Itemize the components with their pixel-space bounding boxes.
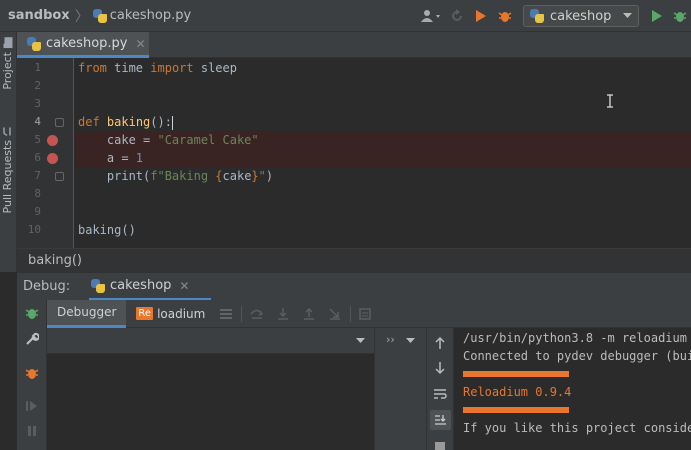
- debug-session-label: cakeshop: [110, 278, 172, 293]
- line-number: 7: [34, 169, 41, 182]
- debug-tool-header: Debug: cakeshop ✕: [17, 272, 691, 301]
- line-number: 4: [34, 115, 41, 128]
- console-line: Reloadium 0.9.4: [463, 385, 572, 399]
- editor-gutter[interactable]: 1 2 3 4 5 6 7 8 9 10: [17, 58, 74, 248]
- breakpoint-icon[interactable]: [47, 153, 58, 164]
- tool-tab-pull-requests-label: Pull Requests: [1, 140, 14, 214]
- tool-tab-pull-requests[interactable]: Pull Requests: [1, 126, 14, 213]
- code-line-10: baking(): [78, 223, 136, 237]
- tool-tab-project-label: Project: [1, 52, 14, 90]
- step-out-icon[interactable]: [302, 307, 316, 320]
- variables-panel: ››: [374, 328, 426, 450]
- close-tab-icon[interactable]: ✕: [135, 37, 145, 51]
- resume-icon[interactable]: [26, 400, 38, 412]
- close-session-icon[interactable]: ✕: [179, 279, 189, 293]
- tool-tab-project[interactable]: Project: [1, 37, 14, 90]
- console-line: If you like this project consider: [463, 421, 691, 435]
- line-number: 9: [34, 205, 41, 218]
- line-number: 8: [34, 187, 41, 200]
- fold-icon[interactable]: [55, 118, 64, 127]
- run-reloadium-icon[interactable]: [469, 9, 493, 23]
- pause-icon[interactable]: [26, 425, 38, 437]
- editor-tab-cakeshop[interactable]: cakeshop.py ✕: [17, 32, 149, 58]
- arrow-up-icon[interactable]: [434, 336, 446, 350]
- toolbar-divider: [241, 305, 243, 322]
- reloadium-banner-bar: [463, 371, 569, 377]
- code-editor[interactable]: from time import sleep def baking(): cak…: [75, 58, 691, 248]
- arrow-down-icon[interactable]: [434, 361, 446, 375]
- console-toolbar: [426, 328, 454, 450]
- breakpoint-icon[interactable]: [47, 135, 58, 146]
- python-icon: [530, 9, 544, 23]
- run-configuration-select[interactable]: cakeshop: [523, 5, 639, 27]
- toolbar-divider: [350, 305, 352, 322]
- debugger-tab-bar: Debugger Re loadium: [47, 299, 691, 328]
- python-file-icon: [92, 8, 107, 23]
- resume-debug-icon[interactable]: [25, 306, 39, 320]
- step-into-icon[interactable]: [276, 307, 290, 320]
- debug-reloadium-icon[interactable]: [493, 9, 517, 23]
- editor-tab-label: cakeshop.py: [46, 36, 128, 51]
- chevron-down-icon: [356, 338, 365, 343]
- chevron-down-icon[interactable]: [406, 338, 415, 344]
- code-line-5: cake = "Caramel Cake": [75, 131, 691, 149]
- pull-request-icon: [3, 127, 12, 136]
- rerun-icon[interactable]: [445, 9, 469, 23]
- line-number: 1: [34, 61, 41, 74]
- navbar-actions: cakeshop: [417, 0, 691, 32]
- soft-wrap-icon[interactable]: [433, 388, 447, 400]
- editor-tab-bar: cakeshop.py ✕: [17, 32, 691, 58]
- debug-icon[interactable]: [669, 9, 691, 23]
- console-output[interactable]: /usr/bin/python3.8 -m reloadium p Connec…: [454, 328, 691, 450]
- scroll-to-end-button[interactable]: [430, 410, 451, 430]
- line-number: 2: [34, 79, 41, 92]
- line-number: 5: [34, 133, 41, 146]
- wrench-icon[interactable]: [25, 332, 39, 346]
- console-line: Connected to pydev debugger (buil: [463, 349, 691, 363]
- code-line-1: from time import sleep: [78, 61, 237, 75]
- line-number: 6: [34, 151, 41, 164]
- threads-menu-icon[interactable]: [219, 308, 233, 320]
- run-to-cursor-icon[interactable]: [328, 307, 342, 320]
- console-line: /usr/bin/python3.8 -m reloadium p: [463, 331, 691, 345]
- print-icon[interactable]: [434, 440, 446, 450]
- code-line-6: a = 1: [75, 149, 691, 167]
- run-icon[interactable]: [645, 9, 669, 23]
- python-icon: [91, 278, 105, 293]
- code-breadcrumb[interactable]: baking(): [17, 248, 691, 272]
- debug-left-toolbar: [17, 300, 47, 450]
- tab-reloadium[interactable]: Re loadium: [126, 300, 215, 328]
- tab-reloadium-label: loadium: [157, 306, 206, 321]
- reloadium-bug-icon[interactable]: [25, 366, 39, 380]
- code-line-4: def baking():: [78, 115, 173, 130]
- debug-label: Debug:: [23, 279, 71, 294]
- user-icon[interactable]: [417, 9, 445, 23]
- more-icon[interactable]: ››: [386, 333, 395, 346]
- folder-icon: [3, 37, 13, 49]
- reloadium-badge: Re: [136, 307, 154, 320]
- python-file-icon: [27, 36, 41, 51]
- left-tool-strip: Project Pull Requests: [0, 32, 17, 272]
- navigation-bar: sandbox 〉 cakeshop.py cakeshop: [0, 0, 691, 32]
- debug-session-tab[interactable]: cakeshop ✕: [89, 273, 211, 301]
- breadcrumb-file[interactable]: cakeshop.py: [110, 8, 191, 23]
- tab-debugger[interactable]: Debugger: [47, 299, 127, 328]
- breadcrumb-separator: 〉: [74, 8, 89, 25]
- chevron-down-icon: [623, 13, 632, 18]
- line-number: 3: [34, 97, 41, 110]
- thread-select[interactable]: [47, 328, 374, 354]
- breadcrumb-project[interactable]: sandbox: [8, 8, 70, 23]
- step-over-icon[interactable]: [250, 308, 264, 320]
- fold-icon[interactable]: [55, 172, 64, 181]
- line-number: 10: [27, 223, 41, 236]
- reloadium-banner-bar: [463, 407, 569, 413]
- code-line-7: print(f"Baking {cake}"): [78, 169, 274, 183]
- evaluate-expression-icon[interactable]: [359, 307, 372, 320]
- scroll-to-end-icon: [435, 415, 446, 425]
- text-cursor-icon: [607, 94, 613, 108]
- frames-panel: [47, 328, 374, 450]
- run-configuration-label: cakeshop: [550, 8, 612, 24]
